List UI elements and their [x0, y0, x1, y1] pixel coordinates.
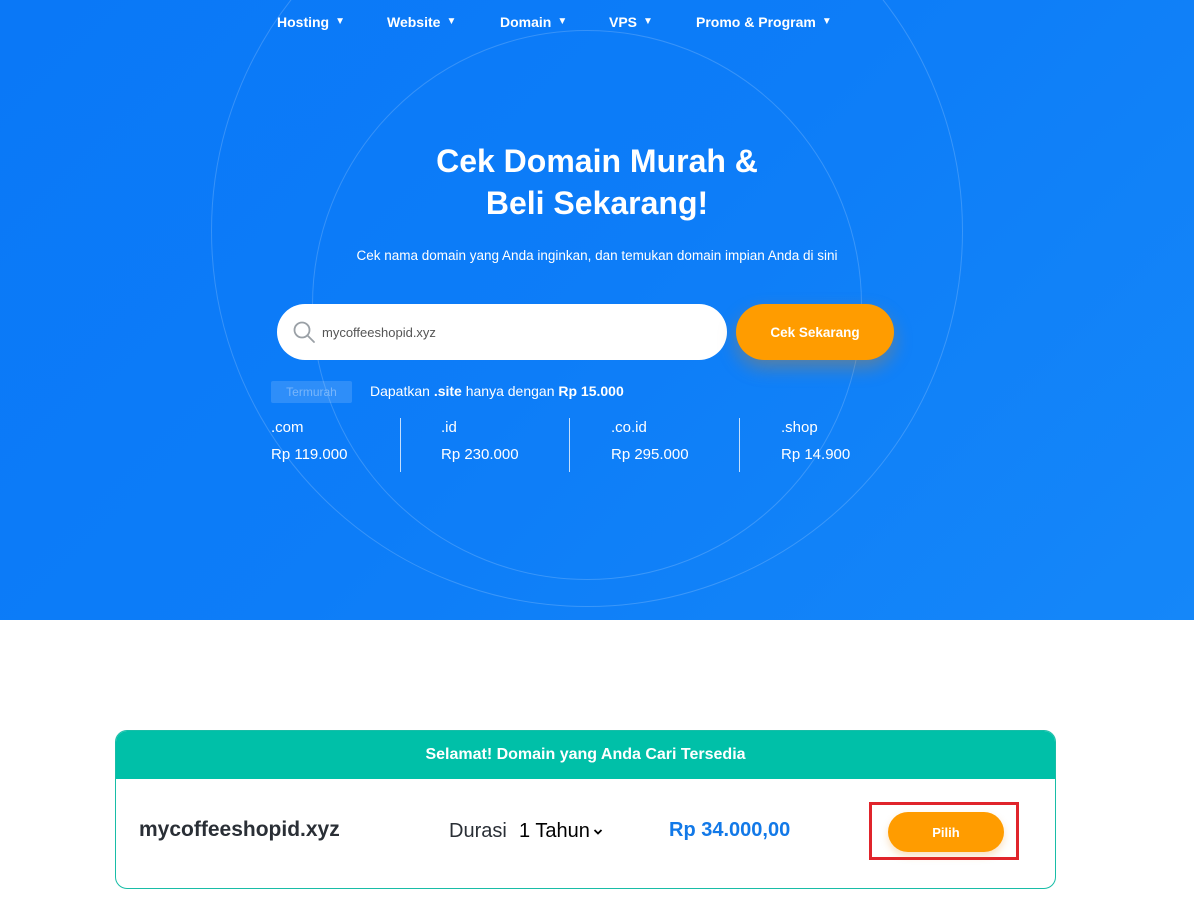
domain-search-input[interactable]	[322, 320, 702, 344]
caret-down-icon: ▼	[446, 16, 457, 27]
select-domain-button[interactable]: Pilih	[888, 812, 1004, 852]
tld-divider	[739, 418, 740, 472]
nav-item-label: VPS	[609, 14, 638, 30]
nav-item-hosting[interactable]: Hosting ▼	[277, 14, 345, 30]
tld-price: Rp 119.000	[271, 446, 348, 463]
tld-name: .co.id	[611, 419, 647, 436]
tld-name: .id	[441, 419, 457, 436]
nav-item-label: Promo & Program	[696, 14, 816, 30]
promo-text-prefix: Dapatkan	[370, 383, 434, 399]
page-subtitle: Cek nama domain yang Anda inginkan, dan …	[356, 248, 838, 263]
nav-item-label: Domain	[500, 14, 552, 30]
caret-down-icon: ▼	[643, 16, 653, 27]
tld-divider	[569, 418, 570, 472]
search-icon	[293, 321, 315, 343]
top-nav: Hosting ▼ Website ▼ Domain ▼ VPS ▼ Promo…	[0, 14, 1194, 34]
availability-banner: Selamat! Domain yang Anda Cari Tersedia	[116, 731, 1055, 779]
chevron-down-icon	[593, 828, 602, 835]
nav-item-website[interactable]: Website ▼	[387, 14, 456, 30]
nav-item-promo-program[interactable]: Promo & Program ▼	[696, 14, 832, 30]
nav-item-domain[interactable]: Domain ▼	[500, 14, 567, 30]
caret-down-icon: ▼	[557, 16, 568, 27]
promo-badge: Termurah	[271, 381, 352, 403]
nav-item-label: Hosting	[277, 14, 330, 30]
tld-name: .shop	[781, 419, 818, 436]
caret-down-icon: ▼	[821, 16, 832, 27]
result-domain-name: mycoffeeshopid.xyz	[139, 818, 340, 841]
page-title-line-2: Beli Sekarang!	[485, 185, 709, 221]
promo-text-mid: hanya dengan	[461, 383, 559, 399]
domain-search-box	[277, 304, 727, 360]
hero-section: Hosting ▼ Website ▼ Domain ▼ VPS ▼ Promo…	[0, 0, 1194, 620]
tld-price-com[interactable]: .com Rp 119.000	[271, 418, 347, 472]
duration-value: 1 Tahun	[519, 820, 590, 842]
promo-tld: .site	[433, 383, 462, 399]
promo-price: Rp 15.000	[558, 383, 624, 399]
tld-price-id[interactable]: .id Rp 230.000	[441, 418, 519, 472]
nav-item-label: Website	[387, 14, 441, 30]
page-title-line-1: Cek Domain Murah &	[436, 143, 758, 179]
page-title: Cek Domain Murah & Beli Sekarang!	[0, 140, 1194, 224]
tld-price: Rp 230.000	[441, 446, 519, 463]
tld-price: Rp 14.900	[781, 446, 851, 463]
nav-item-vps[interactable]: VPS ▼	[609, 14, 653, 30]
result-price: Rp 34.000,00	[669, 819, 791, 841]
duration-label: Durasi	[449, 820, 507, 842]
tld-price-co-id[interactable]: .co.id Rp 295.000	[611, 418, 689, 472]
tld-price-shop[interactable]: .shop Rp 14.900	[781, 418, 850, 472]
caret-down-icon: ▼	[335, 16, 346, 27]
promo-text: Dapatkan .site hanya dengan Rp 15.000	[370, 383, 624, 399]
tld-name: .com	[271, 419, 304, 436]
check-domain-button[interactable]: Cek Sekarang	[736, 304, 894, 360]
tld-price: Rp 295.000	[611, 446, 689, 463]
duration-select[interactable]: 1 Tahun	[519, 820, 603, 843]
tld-divider	[400, 418, 401, 472]
